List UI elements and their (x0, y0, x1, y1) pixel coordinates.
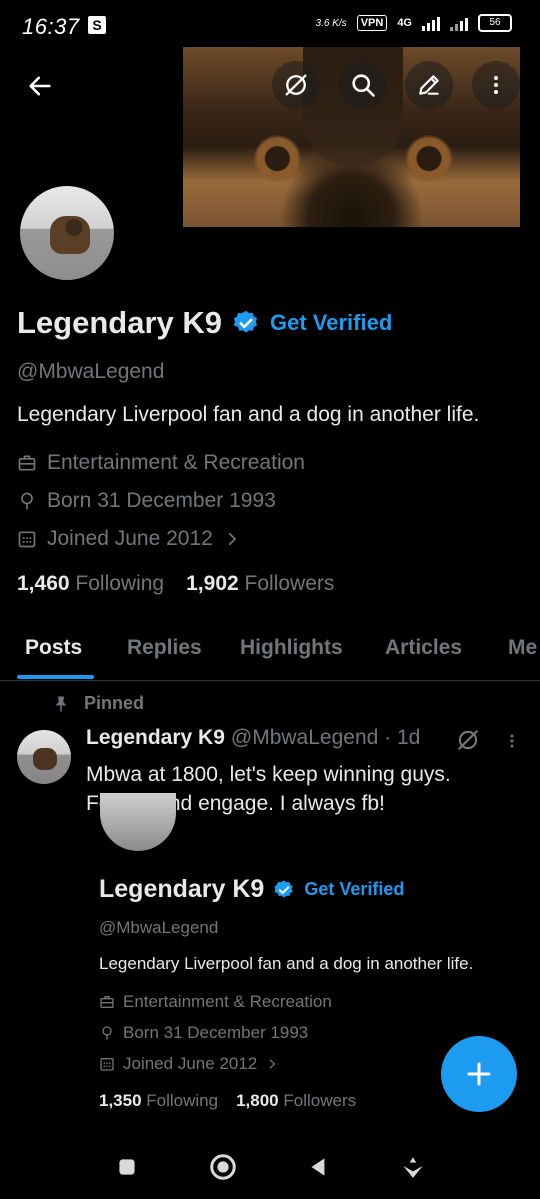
search-icon (352, 74, 375, 97)
tab-posts[interactable]: Posts (25, 636, 82, 660)
arrow-left-icon (29, 76, 51, 96)
compose-fab[interactable] (441, 1036, 517, 1112)
tab-articles[interactable]: Articles (385, 636, 462, 660)
tab-highlights[interactable]: Highlights (240, 636, 343, 660)
battery-icon: 56 (478, 14, 512, 32)
post-more-button[interactable] (502, 729, 522, 758)
post-author-name[interactable]: Legendary K9 (86, 726, 225, 750)
status-time: 16:37 (22, 14, 80, 39)
embedded-born: Born 31 December 1993 (99, 1023, 308, 1043)
location-pin-icon (21, 492, 33, 510)
grok-button[interactable] (272, 61, 320, 109)
followers-label: Followers (244, 572, 335, 595)
more-vertical-icon (494, 76, 498, 94)
following-label: Following (75, 572, 165, 595)
following-link[interactable]: 1,460 Following (17, 572, 164, 596)
chevron-right-icon (269, 1059, 276, 1069)
more-button[interactable] (472, 61, 520, 109)
profile-bio: Legendary Liverpool fan and a dog in ano… (17, 403, 480, 426)
post-grok-button[interactable] (455, 727, 481, 758)
embedded-category: Entertainment & Recreation (99, 992, 332, 1012)
pin-icon (55, 696, 67, 711)
back-nav-button[interactable] (306, 1154, 332, 1180)
chevron-right-icon (228, 532, 236, 546)
embedded-following-count: 1,350 (99, 1091, 142, 1110)
signal-icon (450, 15, 468, 31)
edit-icon (419, 75, 439, 95)
plus-icon (467, 1062, 491, 1086)
grok-icon (285, 74, 307, 96)
more-vertical-icon (510, 734, 514, 748)
signal-icon (422, 15, 440, 31)
embedded-born-text: Born 31 December 1993 (123, 1023, 309, 1042)
followers-link[interactable]: 1,902 Followers (186, 572, 334, 596)
profile-avatar[interactable] (17, 183, 117, 283)
profile-tabs: Posts Replies Highlights Articles Me (0, 620, 540, 681)
embedded-handle: @MbwaLegend (99, 918, 219, 937)
briefcase-icon (100, 996, 114, 1008)
edit-button[interactable] (405, 61, 453, 109)
embedded-following: 1,350 Following (99, 1091, 218, 1111)
tab-media[interactable]: Me (508, 636, 537, 660)
embedded-joined-text: Joined June 2012 (123, 1054, 258, 1073)
embedded-following-label: Following (146, 1091, 219, 1110)
follow-stats: 1,460 Following 1,902 Followers (17, 572, 334, 596)
profile-born: Born 31 December 1993 (17, 489, 276, 513)
recents-button[interactable] (114, 1154, 140, 1180)
pinned-label: Pinned (84, 693, 145, 713)
search-button[interactable] (339, 61, 387, 109)
grok-icon (458, 730, 478, 750)
verified-badge-icon[interactable] (232, 309, 260, 337)
born-text: Born 31 December 1993 (47, 489, 276, 512)
system-nav-bar (0, 1135, 540, 1199)
post-handle-time: @MbwaLegend · 1d (230, 726, 421, 749)
network-speed: 3.6 K/s (315, 17, 347, 29)
followers-count: 1,902 (186, 572, 239, 595)
embedded-get-verified: Get Verified (304, 879, 405, 899)
post-author-avatar[interactable] (17, 730, 71, 784)
status-app-badge: S (88, 16, 106, 34)
profile-handle: @MbwaLegend (17, 360, 165, 383)
embedded-avatar (100, 793, 176, 851)
pinned-label-row: Pinned (52, 693, 144, 714)
profile-joined[interactable]: Joined June 2012 (17, 527, 241, 551)
category-text: Entertainment & Recreation (47, 451, 305, 474)
profile-display-name: Legendary K9 (17, 305, 223, 340)
calendar-icon (100, 1058, 114, 1071)
briefcase-icon (18, 455, 36, 471)
assistant-button[interactable] (400, 1154, 426, 1180)
embedded-category-text: Entertainment & Recreation (123, 992, 332, 1011)
profile-name-row: Legendary K9 Get Verified (17, 305, 392, 341)
status-bar: 16:37 S 3.6 K/s VPN 4G 56 (0, 0, 540, 44)
post-header: Legendary K9 @MbwaLegend · 1d (86, 726, 420, 750)
embedded-name-row: Legendary K9 Get Verified (99, 875, 404, 904)
embedded-bio: Legendary Liverpool fan and a dog in ano… (99, 954, 474, 973)
embedded-display-name: Legendary K9 (99, 875, 265, 903)
tab-replies[interactable]: Replies (127, 636, 202, 660)
network-type: 4G (397, 17, 412, 29)
home-button[interactable] (208, 1152, 238, 1182)
embedded-follow-stats: 1,350 Following 1,800 Followers (99, 1091, 356, 1111)
vpn-indicator: VPN (356, 15, 388, 31)
embedded-followers-count: 1,800 (236, 1091, 279, 1110)
embedded-followers-label: Followers (283, 1091, 357, 1110)
calendar-icon (18, 531, 36, 548)
following-count: 1,460 (17, 572, 70, 595)
back-button[interactable] (16, 62, 64, 110)
location-pin-icon (102, 1026, 112, 1040)
embedded-joined: Joined June 2012 (99, 1054, 279, 1074)
status-indicators: 3.6 K/s VPN 4G 56 (316, 14, 512, 32)
embedded-followers: 1,800 Followers (236, 1091, 356, 1111)
verified-badge-icon (274, 879, 294, 898)
profile-category: Entertainment & Recreation (17, 451, 305, 475)
get-verified-link[interactable]: Get Verified (270, 310, 392, 336)
joined-text: Joined June 2012 (47, 527, 213, 550)
active-tab-indicator (17, 675, 94, 679)
